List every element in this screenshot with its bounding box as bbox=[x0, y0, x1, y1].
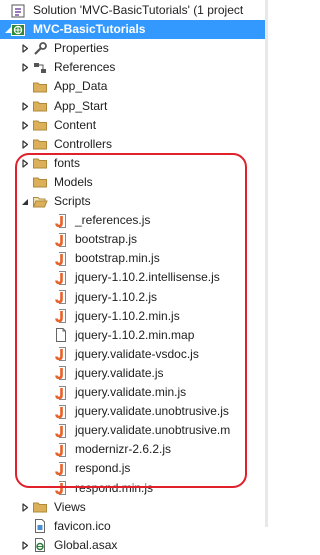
tree-item-label: Scripts bbox=[54, 194, 91, 208]
collapsed-arrow-icon[interactable] bbox=[20, 63, 30, 73]
tree-item-label: bootstrap.js bbox=[75, 232, 138, 247]
tree-item-label: jquery.validate.js bbox=[75, 365, 164, 380]
tree-row[interactable]: jquery.validate.unobtrusive.js bbox=[0, 402, 268, 421]
tree-row[interactable]: bootstrap.js bbox=[0, 230, 268, 249]
js-file-icon bbox=[53, 461, 69, 477]
tree-row[interactable]: _references.js bbox=[0, 211, 268, 230]
js-file-icon bbox=[53, 346, 69, 362]
tree-row[interactable]: jquery.validate.unobtrusive.m bbox=[0, 421, 268, 440]
tree-row[interactable]: Solution 'MVC-BasicTutorials' (1 project bbox=[0, 1, 268, 20]
tree-row[interactable]: jquery.validate.min.js bbox=[0, 383, 268, 402]
tree-item-label: jquery.validate.unobtrusive.m bbox=[75, 423, 231, 438]
folder-icon bbox=[32, 79, 48, 95]
js-file-icon bbox=[53, 365, 69, 381]
js-file-icon bbox=[53, 289, 69, 305]
tree-row[interactable]: jquery-1.10.2.js bbox=[0, 288, 268, 307]
vertical-scrollbar[interactable] bbox=[265, 0, 268, 527]
tree-row[interactable]: App_Start bbox=[0, 97, 268, 116]
tree-row[interactable]: bootstrap.min.js bbox=[0, 249, 268, 268]
tree-row[interactable]: Content bbox=[0, 116, 268, 135]
tree-item-label: favicon.ico bbox=[54, 518, 111, 533]
tree-item-label: jquery-1.10.2.min.js bbox=[75, 308, 180, 323]
tree-row[interactable]: modernizr-2.6.2.js bbox=[0, 440, 268, 459]
tree-item-label: jquery-1.10.2.min.map bbox=[75, 327, 195, 342]
web-project-icon bbox=[10, 22, 26, 38]
tree-row[interactable]: Views bbox=[0, 498, 268, 517]
js-file-icon bbox=[53, 385, 69, 401]
js-file-icon bbox=[53, 270, 69, 286]
tree-row[interactable]: References bbox=[0, 58, 268, 77]
wrench-icon bbox=[32, 41, 48, 57]
asax-file-icon bbox=[32, 537, 48, 553]
tree-row[interactable]: Scripts bbox=[0, 192, 268, 211]
solution-explorer-tree: Solution 'MVC-BasicTutorials' (1 project… bbox=[0, 0, 268, 553]
folder-icon bbox=[32, 117, 48, 133]
tree-row[interactable]: favicon.ico bbox=[0, 517, 268, 536]
expanded-arrow-icon[interactable] bbox=[20, 197, 30, 207]
tree-item-label: jquery-1.10.2.js bbox=[75, 289, 158, 304]
tree-row[interactable]: fonts bbox=[0, 154, 268, 173]
tree-row[interactable]: respond.min.js bbox=[0, 479, 268, 498]
folder-icon bbox=[32, 98, 48, 114]
tree-row[interactable]: jquery.validate-vsdoc.js bbox=[0, 345, 268, 364]
tree-row[interactable]: respond.js bbox=[0, 459, 268, 478]
tree-item-label: bootstrap.min.js bbox=[75, 251, 160, 266]
tree-item-label: _references.js bbox=[75, 213, 151, 228]
tree-item-label: jquery.validate.unobtrusive.js bbox=[75, 404, 229, 419]
tree-row[interactable]: Controllers bbox=[0, 135, 268, 154]
tree-item-label: App_Data bbox=[54, 79, 108, 94]
folder-icon bbox=[32, 136, 48, 152]
ico-file-icon bbox=[32, 518, 48, 534]
folder-icon bbox=[32, 174, 48, 190]
tree-item-label: jquery.validate.min.js bbox=[75, 385, 187, 399]
map-file-icon bbox=[53, 327, 69, 343]
js-file-icon bbox=[53, 480, 69, 496]
collapsed-arrow-icon[interactable] bbox=[20, 540, 30, 550]
tree-item-label: fonts bbox=[54, 155, 81, 170]
tree-row[interactable]: jquery-1.10.2.min.map bbox=[0, 326, 268, 345]
js-file-icon bbox=[53, 442, 69, 458]
collapsed-arrow-icon[interactable] bbox=[20, 158, 30, 168]
tree-row[interactable]: Models bbox=[0, 173, 268, 192]
tree-item-label: Controllers bbox=[54, 136, 113, 151]
tree-row[interactable]: MVC-BasicTutorials bbox=[0, 20, 268, 40]
tree-item-label: App_Start bbox=[54, 98, 108, 113]
tree-item-label: Views bbox=[54, 499, 86, 514]
tree-item-label: Properties bbox=[54, 41, 109, 56]
tree-item-label: jquery.validate-vsdoc.js bbox=[75, 346, 199, 361]
js-file-icon bbox=[53, 213, 69, 229]
collapsed-arrow-icon[interactable] bbox=[20, 101, 30, 111]
tree-item-label: Solution 'MVC-BasicTutorials' (1 project bbox=[33, 3, 244, 17]
folder-icon bbox=[32, 499, 48, 515]
solution-icon bbox=[10, 3, 26, 19]
js-file-icon bbox=[53, 404, 69, 420]
tree-item-label: modernizr-2.6.2.js bbox=[75, 442, 172, 457]
tree-row[interactable]: jquery.validate.js bbox=[0, 364, 268, 383]
tree-row[interactable]: jquery-1.10.2.intellisense.js bbox=[0, 268, 268, 287]
js-file-icon bbox=[53, 308, 69, 324]
references-icon bbox=[32, 60, 48, 76]
folder-open-icon bbox=[32, 194, 48, 210]
tree-item-label: Models bbox=[54, 174, 93, 189]
js-file-icon bbox=[53, 423, 69, 439]
collapsed-arrow-icon[interactable] bbox=[20, 120, 30, 130]
js-file-icon bbox=[53, 251, 69, 267]
folder-icon bbox=[32, 155, 48, 171]
tree-item-label: Global.asax bbox=[54, 537, 118, 552]
tree-item-label: MVC-BasicTutorials bbox=[33, 22, 146, 37]
js-file-icon bbox=[53, 232, 69, 248]
tree-item-label: References bbox=[54, 60, 116, 75]
tree-item-label: respond.min.js bbox=[75, 480, 154, 495]
tree-item-label: jquery-1.10.2.intellisense.js bbox=[75, 270, 220, 285]
collapsed-arrow-icon[interactable] bbox=[20, 502, 30, 512]
collapsed-arrow-icon[interactable] bbox=[20, 44, 30, 54]
collapsed-arrow-icon[interactable] bbox=[20, 139, 30, 149]
tree-row[interactable]: App_Data bbox=[0, 77, 268, 96]
tree-row[interactable]: jquery-1.10.2.min.js bbox=[0, 307, 268, 326]
tree-row[interactable]: Global.asax bbox=[0, 536, 268, 555]
tree-row[interactable]: Properties bbox=[0, 39, 268, 58]
tree-item-label: Content bbox=[54, 117, 97, 132]
tree-item-label: respond.js bbox=[75, 461, 131, 476]
